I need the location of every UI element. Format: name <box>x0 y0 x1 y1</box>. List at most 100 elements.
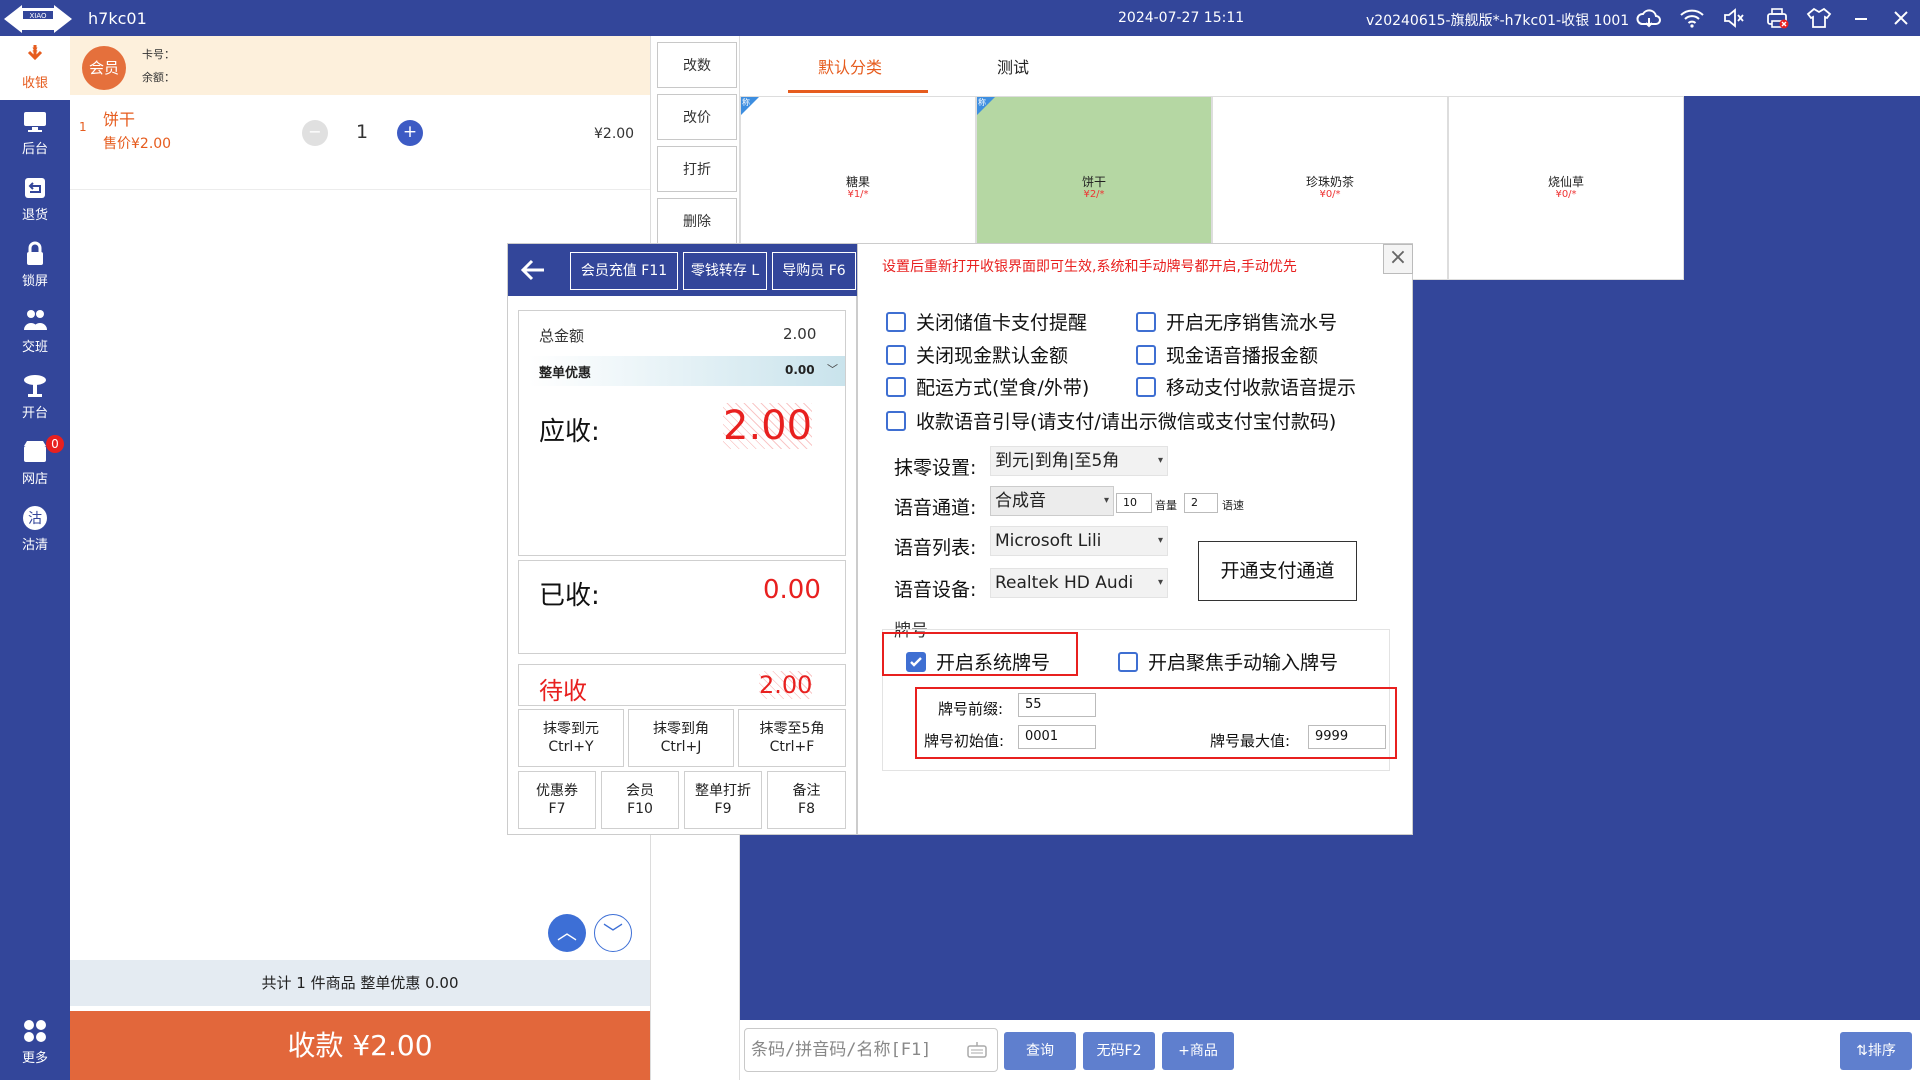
decrease-qty-button[interactable]: − <box>302 120 328 146</box>
sidebar-item-lock[interactable]: 锁屏 <box>0 234 70 298</box>
checkbox-box <box>886 377 906 397</box>
wifi-icon[interactable] <box>1679 6 1705 30</box>
order-discount-button[interactable]: 整单打折 F9 <box>684 771 762 829</box>
button-label: 优惠券 <box>536 783 578 799</box>
scroll-down-button[interactable]: ﹀ <box>594 914 632 952</box>
shop-name: h7kc01 <box>88 9 147 28</box>
search-input[interactable]: 条码/拼音码/名称[F1] <box>744 1028 998 1072</box>
close-stored-card-reminder-checkbox[interactable]: 关闭储值卡支付提醒 <box>886 308 1087 335</box>
manual-plate-checkbox[interactable]: 开启聚焦手动输入牌号 <box>1118 648 1338 675</box>
coupon-button[interactable]: 优惠券 F7 <box>518 771 596 829</box>
settings-close-button[interactable]: × <box>1383 244 1413 274</box>
back-arrow-icon[interactable] <box>518 256 548 284</box>
cash-voice-checkbox[interactable]: 现金语音播报金额 <box>1136 341 1318 368</box>
highlight-box-system-plate <box>882 632 1078 676</box>
guide-staff-button[interactable]: 导购员 F6 <box>772 252 856 290</box>
dropdown-arrow-icon: ▾ <box>1157 455 1163 466</box>
member-recharge-button[interactable]: 会员充值 F11 <box>570 252 678 290</box>
delete-button[interactable]: 删除 <box>657 198 737 244</box>
sidebar-item-cashier[interactable]: ¥ 收银 <box>0 36 70 100</box>
svg-text:XIAO: XIAO <box>29 12 47 20</box>
sidebar-item-open-table[interactable]: 开台 <box>0 366 70 430</box>
close-cash-default-checkbox[interactable]: 关闭现金默认金额 <box>886 341 1068 368</box>
round-to-jiao-button[interactable]: 抹零到角 Ctrl+J <box>628 709 734 767</box>
change-qty-button[interactable]: 改数 <box>657 42 737 88</box>
list-item[interactable]: 1 饼干 售价¥2.00 − 1 + ¥2.00 <box>70 96 650 190</box>
checkbox-label: 关闭储值卡支付提醒 <box>916 312 1088 334</box>
round-to-5jiao-button[interactable]: 抹零至5角 Ctrl+F <box>738 709 846 767</box>
plate-max-input[interactable]: 9999 <box>1308 725 1386 749</box>
open-payment-channel-button[interactable]: 开通支付通道 <box>1198 541 1357 601</box>
payment-voice-guide-checkbox[interactable]: 收款语音引导(请支付/请出示微信或支付宝付款码) <box>886 407 1336 434</box>
rounding-select[interactable]: 到元|到角|至5角 ▾ <box>990 446 1168 476</box>
order-summary: 共计 1 件商品 整单优惠 0.00 <box>70 960 650 1006</box>
member-pay-button[interactable]: 会员 F10 <box>601 771 679 829</box>
increase-qty-button[interactable]: + <box>397 120 423 146</box>
no-code-button[interactable]: 无码F2 <box>1083 1032 1155 1070</box>
cloud-icon[interactable] <box>1636 6 1662 30</box>
balance-label: 余额： <box>142 71 175 84</box>
dropdown-arrow-icon: ▾ <box>1157 535 1163 546</box>
item-name: 饼干 <box>103 110 136 129</box>
speed-input[interactable]: 2 <box>1184 493 1218 513</box>
shift-icon <box>24 310 47 330</box>
sort-button[interactable]: ⇅排序 <box>1840 1032 1912 1070</box>
volume-input[interactable]: 10 <box>1116 493 1152 513</box>
minimize-icon[interactable] <box>1848 6 1874 30</box>
sidebar-item-label: 后台 <box>21 142 48 157</box>
product-price: ¥0/* <box>1555 189 1577 200</box>
discount-button[interactable]: 打折 <box>657 146 737 192</box>
printer-icon[interactable] <box>1764 6 1790 30</box>
weighed-tag: 称 <box>978 98 986 107</box>
button-label: 整单打折 <box>695 783 751 799</box>
sidebar-item-backend[interactable]: 后台 <box>0 102 70 166</box>
close-icon[interactable] <box>1888 6 1914 30</box>
unordered-serial-checkbox[interactable]: 开启无序销售流水号 <box>1136 308 1337 335</box>
plate-prefix-input[interactable]: 55 <box>1018 693 1096 717</box>
table-icon <box>24 375 46 397</box>
button-shortcut: F8 <box>798 801 815 817</box>
voice-list-select[interactable]: Microsoft Lili ▾ <box>990 526 1168 556</box>
soldout-icon: 沽 <box>23 506 47 530</box>
sidebar-item-soldout[interactable]: 沽 沽清 <box>0 498 70 562</box>
plate-max-label: 牌号最大值: <box>1210 732 1291 750</box>
sidebar-item-label: 沽清 <box>21 538 48 553</box>
sidebar-item-label: 网店 <box>21 472 48 487</box>
title-bar: XIAO h7kc01 2024-07-27 15:11 v20240615-旗… <box>0 0 1920 36</box>
change-deposit-button[interactable]: 零钱转存 L <box>683 252 767 290</box>
checkout-button[interactable]: 收款 ¥2.00 <box>70 1011 650 1080</box>
sidebar-item-more[interactable]: 更多 <box>0 1011 70 1075</box>
voice-channel-select[interactable]: 合成音 ▾ <box>990 486 1114 516</box>
member-button[interactable]: 会员 <box>82 46 126 90</box>
tab-test[interactable]: 测试 <box>997 54 1029 78</box>
shirt-icon[interactable] <box>1806 6 1832 30</box>
sidebar-item-shift[interactable]: 交班 <box>0 300 70 364</box>
checkbox-label: 配运方式(堂食/外带) <box>916 377 1090 399</box>
button-shortcut: F10 <box>627 801 653 817</box>
change-price-button[interactable]: 改价 <box>657 94 737 140</box>
sidebar-item-return[interactable]: 退货 <box>0 168 70 232</box>
scroll-up-button[interactable]: ︿ <box>548 914 586 952</box>
category-tabs: 默认分类 测试 <box>740 36 1920 96</box>
more-icon <box>24 1020 46 1042</box>
settings-notice: 设置后重新打开收银界面即可生效,系统和手动牌号都开启,手动优先 <box>882 259 1297 275</box>
query-button[interactable]: 查询 <box>1004 1032 1076 1070</box>
volume-mute-icon[interactable] <box>1721 6 1747 30</box>
remark-button[interactable]: 备注 F8 <box>767 771 846 829</box>
tab-default-category[interactable]: 默认分类 <box>818 54 882 78</box>
button-shortcut: Ctrl+Y <box>548 739 594 755</box>
voice-device-select[interactable]: Realtek HD Audi ▾ <box>990 568 1168 598</box>
add-product-button[interactable]: +商品 <box>1162 1032 1234 1070</box>
plate-initial-input[interactable]: 0001 <box>1018 725 1096 749</box>
keyboard-icon[interactable] <box>966 1040 988 1060</box>
discount-row[interactable]: 整单优惠 0.00 ﹀ <box>529 356 845 386</box>
select-value: 合成音 <box>995 491 1046 511</box>
mobile-pay-voice-checkbox[interactable]: 移动支付收款语音提示 <box>1136 373 1356 400</box>
product-price: ¥0/* <box>1319 189 1341 200</box>
checkbox-label: 移动支付收款语音提示 <box>1166 377 1357 399</box>
button-shortcut: Ctrl+F <box>769 739 815 755</box>
product-price: ¥1/* <box>847 189 869 200</box>
delivery-mode-checkbox[interactable]: 配运方式(堂食/外带) <box>886 373 1089 400</box>
round-to-yuan-button[interactable]: 抹零到元 Ctrl+Y <box>518 709 624 767</box>
product-tile[interactable]: 烧仙草 ¥0/* <box>1448 96 1684 280</box>
